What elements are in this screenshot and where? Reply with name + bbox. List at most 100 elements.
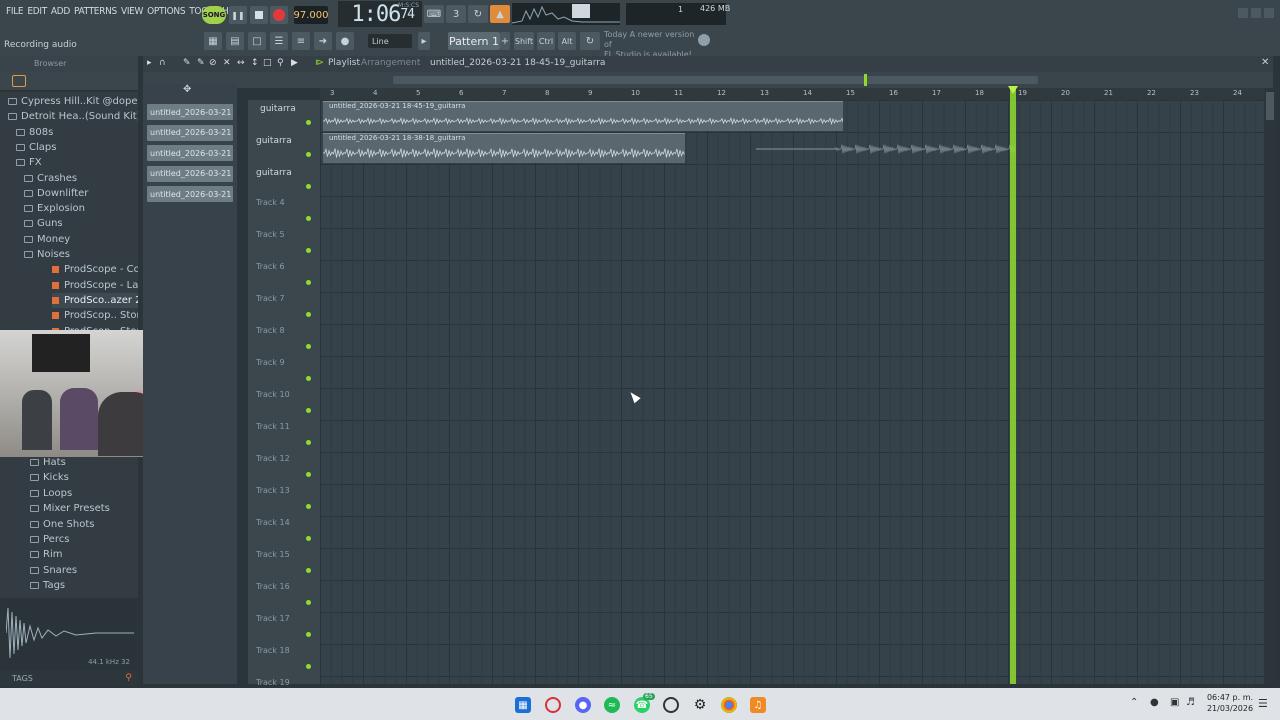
track-name[interactable]: Track 13 [256,486,290,495]
track-name[interactable]: Track 16 [256,582,290,591]
browser-item[interactable]: Detroit Hea..(Sound Kit) [8,109,138,124]
mute-tool-icon[interactable]: ✕ [223,58,231,68]
fl-studio-icon[interactable]: ♫ [750,697,766,713]
discord-icon[interactable]: ● [575,697,591,713]
browser-item[interactable]: Tags [30,578,65,593]
browser-item[interactable]: Cypress Hill..Kit @dopekit [8,94,138,109]
track-name[interactable]: guitarra [260,104,296,114]
browser-item[interactable]: Guns [24,216,63,231]
paint-tool-icon[interactable]: ✎ [197,58,205,68]
horizontal-scroll-thumb[interactable] [393,76,1038,84]
browser-item[interactable]: Rim [30,547,62,562]
sample-preview[interactable]: 44.1 kHz 32 [5,598,134,668]
close-icon[interactable]: ✕ [1261,57,1269,68]
step-sequencer-button[interactable]: ▤ [226,32,244,50]
mixer-button[interactable]: ≡ [292,32,310,50]
track-name[interactable]: guitarra [256,136,292,146]
notifications-icon[interactable]: ☰ [1258,697,1268,710]
vertical-scroll-thumb[interactable] [1266,92,1274,120]
track-mute-led-icon[interactable] [306,376,311,381]
draw-tool-icon[interactable]: ✎ [183,58,191,68]
delete-tool-icon[interactable]: ⊘ [209,58,217,68]
track-name[interactable]: Track 14 [256,518,290,527]
browser-item[interactable]: Loops [30,486,72,501]
browser-item[interactable]: ProdScop.. Stomp 1 [52,308,138,323]
shift-key-button[interactable]: Shift [514,32,534,50]
clip-source-item[interactable]: untitled_2026-03-21 18- [147,124,233,141]
track-mute-led-icon[interactable] [306,184,311,189]
volume-icon[interactable]: ♬ [1186,697,1195,708]
playlist-subtitle[interactable]: Arrangement [361,58,420,68]
browser-item[interactable]: Mixer Presets [30,501,110,516]
track-mute-led-icon[interactable] [306,568,311,573]
countdown-button[interactable]: 3 [446,5,466,23]
song-mode-toggle[interactable]: SONG [202,6,226,24]
spotify-icon[interactable]: ≈ [604,697,620,713]
maximize-icon[interactable] [1251,8,1261,18]
clip-source-item[interactable]: untitled_2026-03-21 18- [147,145,233,162]
track-mute-led-icon[interactable] [306,216,311,221]
track-mute-led-icon[interactable] [306,312,311,317]
menu-file[interactable]: FILE [4,6,25,17]
browser-item[interactable]: Crashes [24,171,77,186]
track-name[interactable]: Track 7 [256,294,285,303]
track-name[interactable]: Track 11 [256,422,290,431]
network-icon[interactable]: ▣ [1170,697,1179,708]
minimize-icon[interactable] [1238,8,1248,18]
microphone-tray-icon[interactable]: ● [1150,697,1159,708]
browser-item[interactable]: Claps [16,140,56,155]
browser-item[interactable]: Downlifter [24,186,88,201]
clip-source-item[interactable]: untitled_2026-03-21 18- [147,186,233,203]
browser-item[interactable]: ProdScope - Comet [52,262,138,277]
browser-item[interactable]: Noises [24,247,70,262]
track-mute-led-icon[interactable] [306,120,311,125]
browser-item[interactable]: ProdScope - Lazer 1 [52,278,138,293]
stop-button[interactable] [250,6,268,24]
tags-bar[interactable]: TAGS ⚲ [0,670,138,686]
piano-roll-button[interactable]: □ [248,32,266,50]
clip-source-item[interactable]: untitled_2026-03-21 18- [147,104,233,120]
close-icon[interactable] [1264,8,1274,18]
browser-item[interactable]: Kicks [30,470,69,485]
browser-item[interactable]: Hats [30,455,66,470]
playlist-button[interactable]: ☰ [270,32,288,50]
play-icon[interactable]: ▸ [147,58,152,68]
track-name[interactable]: Track 10 [256,390,290,399]
browser-item[interactable]: FX [16,155,42,170]
snap-select[interactable]: Line [368,34,412,48]
menu-patterns[interactable]: PATTERNS [72,6,119,17]
pattern-selector[interactable]: Pattern 1 [448,32,500,50]
audio-clip[interactable]: untitled_2026-03-21 18-45-19_guitarra [323,101,844,131]
track-mute-led-icon[interactable] [306,440,311,445]
chatgpt-icon[interactable] [663,697,679,713]
typing-keyboard-button[interactable]: ⌨ [424,5,444,23]
magnet-icon[interactable]: ∩ [159,58,166,68]
track-mute-led-icon[interactable] [306,632,311,637]
pattern-add-button[interactable]: + [500,32,510,50]
track-name[interactable]: Track 19 [256,678,290,687]
opera-icon[interactable] [545,697,561,713]
chevron-up-icon[interactable]: ⌃ [1130,697,1138,708]
track-mute-led-icon[interactable] [306,536,311,541]
track-mute-led-icon[interactable] [306,152,311,157]
playhead[interactable] [1010,88,1016,684]
tempo-display[interactable]: 97.000 [294,6,329,24]
settings-gear-icon[interactable]: ⚙ [692,697,708,713]
master-volume-slider[interactable] [572,4,590,18]
track-mute-led-icon[interactable] [306,408,311,413]
track-mute-led-icon[interactable] [306,664,311,669]
playback-tool-icon[interactable]: ▶ [291,58,298,68]
track-name[interactable]: Track 6 [256,262,285,271]
clip-source-item[interactable]: untitled_2026-03-21 18- [147,165,233,182]
audio-clip[interactable]: untitled_2026-03-21 18-38-18_guitarra [323,133,685,163]
vertical-scrollbar[interactable] [1264,88,1276,684]
slice-tool-icon[interactable]: ↕ [251,58,259,68]
track-name[interactable]: Track 12 [256,454,290,463]
browser-item[interactable]: Snares [30,563,77,578]
track-name[interactable]: Track 15 [256,550,290,559]
track-name[interactable]: Track 17 [256,614,290,623]
news-button[interactable]: ↻ [580,32,600,50]
pattern-prev-button[interactable]: ▸ [418,32,430,50]
browser-item[interactable]: Percs [30,532,69,547]
pause-button[interactable]: ❚❚ [229,6,247,24]
